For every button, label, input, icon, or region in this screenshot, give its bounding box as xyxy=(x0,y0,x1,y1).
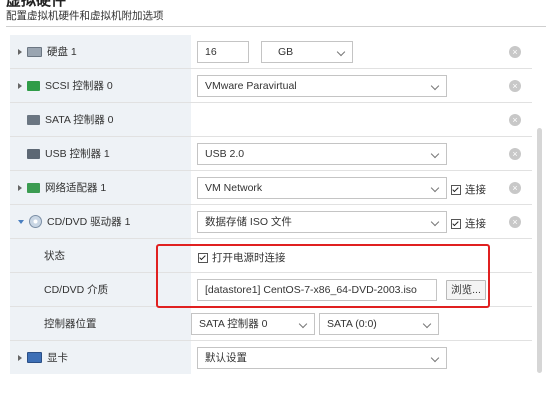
hardware-table: 硬盘 1 16 GB × SCSI 控制器 0 VMware Paravirtu… xyxy=(10,35,532,374)
cd-source-select[interactable]: 数据存储 ISO 文件 xyxy=(197,211,447,233)
remove-device-icon[interactable]: × xyxy=(509,46,521,58)
remove-device-icon[interactable]: × xyxy=(509,182,521,194)
disk-unit-select[interactable]: GB xyxy=(261,41,353,63)
scsi-controller-label[interactable]: SCSI 控制器 0 xyxy=(18,78,113,93)
section-subtitle: 配置虚拟机硬件和虚拟机附加选项 xyxy=(6,10,164,22)
chevron-down-icon xyxy=(422,319,432,329)
scsi-type-select[interactable]: VMware Paravirtual xyxy=(197,75,447,97)
cd-media-label: CD/DVD 介质 xyxy=(44,284,109,296)
chevron-down-icon xyxy=(298,319,308,329)
controller-port-select[interactable]: SATA (0:0) xyxy=(319,313,439,335)
monitor-icon xyxy=(27,352,42,363)
collapse-arrow-icon[interactable] xyxy=(18,219,24,224)
hard-disk-icon xyxy=(27,46,42,57)
usb-controller-label: USB 控制器 1 xyxy=(27,146,110,161)
status-label: 状态 xyxy=(44,250,65,262)
remove-device-icon[interactable]: × xyxy=(509,80,521,92)
expand-arrow-icon[interactable] xyxy=(18,48,22,55)
remove-device-icon[interactable]: × xyxy=(509,114,521,126)
checkbox-checked-icon xyxy=(451,184,461,195)
row-controller-location: 控制器位置 SATA 控制器 0 SATA (0:0) xyxy=(10,307,532,341)
checkbox-checked-icon xyxy=(451,218,461,229)
remove-device-icon[interactable]: × xyxy=(509,148,521,160)
video-settings-select[interactable]: 默认设置 xyxy=(197,347,447,369)
row-network-adapter: 网络适配器 1 VM Network 连接 × xyxy=(10,171,532,205)
chevron-down-icon xyxy=(430,81,440,91)
expand-arrow-icon[interactable] xyxy=(18,82,22,89)
highlight-box xyxy=(156,244,490,308)
network-connect-checkbox[interactable]: 连接 xyxy=(451,182,486,197)
network-select[interactable]: VM Network xyxy=(197,177,447,199)
chevron-down-icon xyxy=(430,183,440,193)
network-adapter-icon xyxy=(27,182,40,193)
chevron-down-icon xyxy=(430,217,440,227)
cd-dvd-icon xyxy=(29,215,42,228)
row-scsi-controller: SCSI 控制器 0 VMware Paravirtual × xyxy=(10,69,532,103)
disk-size-input[interactable]: 16 xyxy=(197,41,249,63)
controller-location-label: 控制器位置 xyxy=(44,318,97,330)
expand-arrow-icon[interactable] xyxy=(18,184,22,191)
scsi-controller-icon xyxy=(27,80,40,91)
hard-disk-label[interactable]: 硬盘 1 xyxy=(18,44,77,59)
expand-arrow-icon[interactable] xyxy=(18,354,22,361)
row-video-card: 显卡 默认设置 xyxy=(10,341,532,374)
chevron-down-icon xyxy=(336,47,346,57)
header-divider xyxy=(6,26,546,27)
row-usb-controller: USB 控制器 1 USB 2.0 × xyxy=(10,137,532,171)
usb-type-select[interactable]: USB 2.0 xyxy=(197,143,447,165)
controller-select[interactable]: SATA 控制器 0 xyxy=(191,313,315,335)
sata-controller-label: SATA 控制器 0 xyxy=(27,112,113,127)
row-sata-controller: SATA 控制器 0 × xyxy=(10,103,532,137)
sata-controller-icon xyxy=(27,114,40,125)
row-cd-dvd-drive: CD/DVD 驱动器 1 数据存储 ISO 文件 连接 × xyxy=(10,205,532,239)
video-card-label[interactable]: 显卡 xyxy=(18,350,68,365)
usb-controller-icon xyxy=(27,148,40,159)
network-adapter-label[interactable]: 网络适配器 1 xyxy=(18,180,106,195)
remove-device-icon[interactable]: × xyxy=(509,216,521,228)
chevron-down-icon xyxy=(430,149,440,159)
cd-dvd-drive-label[interactable]: CD/DVD 驱动器 1 xyxy=(18,214,130,229)
row-hard-disk: 硬盘 1 16 GB × xyxy=(10,35,532,69)
chevron-down-icon xyxy=(430,353,440,363)
cd-connect-checkbox[interactable]: 连接 xyxy=(451,216,486,231)
vertical-scrollbar[interactable] xyxy=(537,128,542,373)
